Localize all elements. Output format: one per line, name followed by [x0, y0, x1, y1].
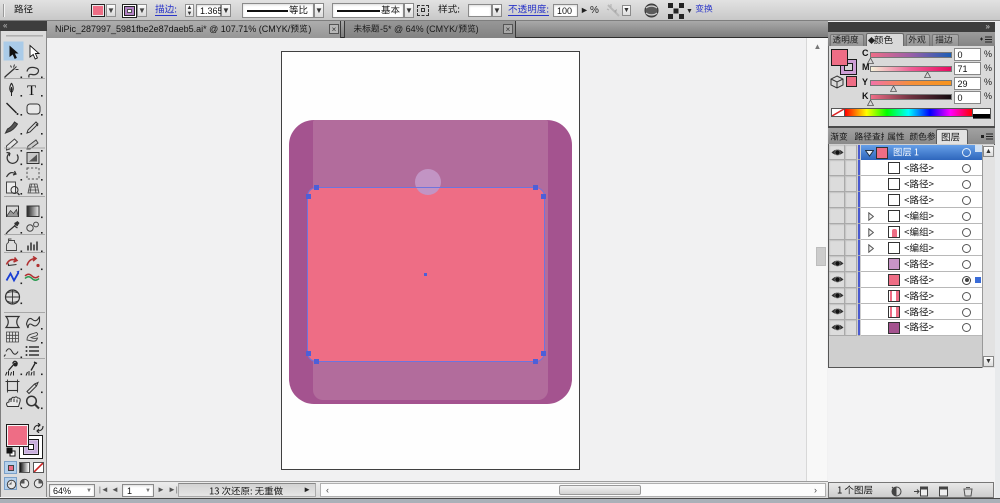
svg-text:T: T [27, 83, 36, 99]
